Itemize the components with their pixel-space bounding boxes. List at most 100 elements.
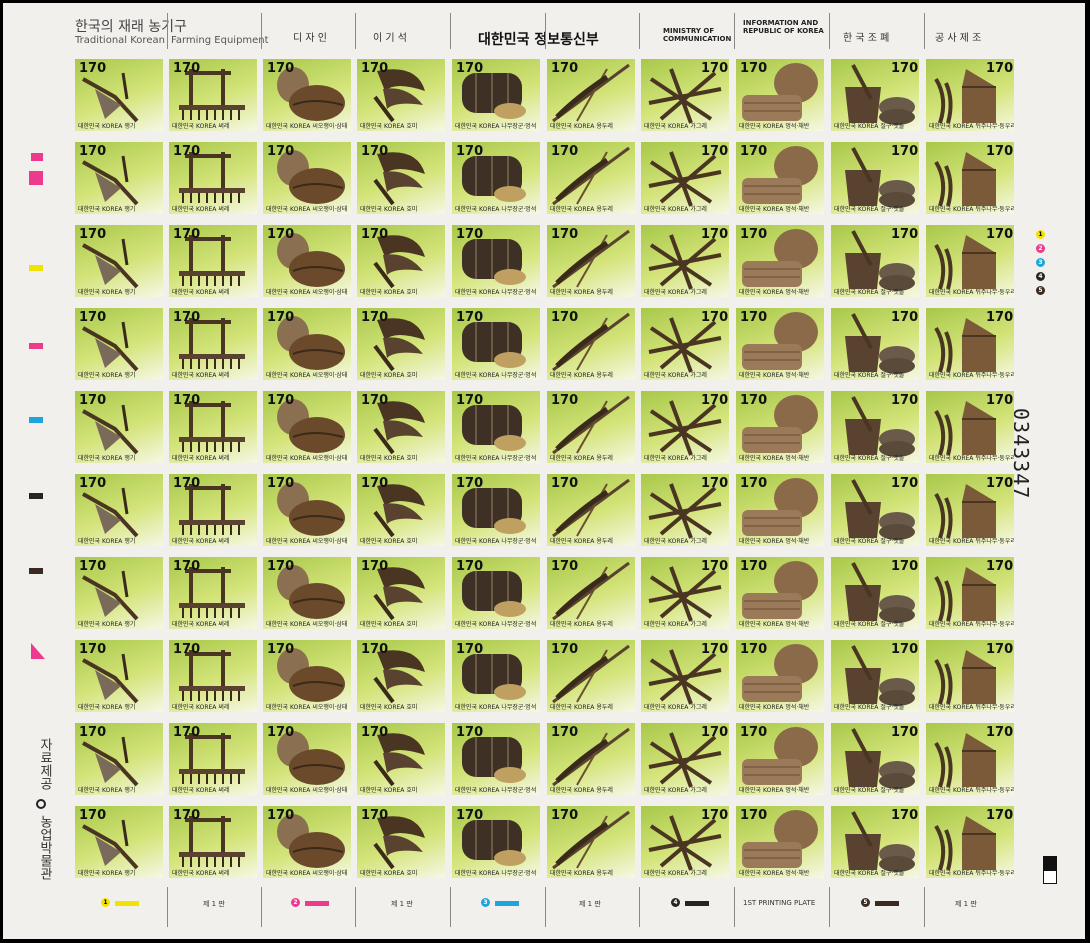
stamp-r1-c10: 170 대한민국 KOREA 뒤주나무·둥우리 [926,59,1014,131]
stamp-r7-c5: 170 대한민국 KOREA 나무장군·멍석 [452,557,540,629]
stamp-r2-c6: 170 대한민국 KOREA 용두레 [547,142,635,214]
stamp-country: 대한민국 KOREA [739,372,784,379]
gutter-line-top [450,13,451,49]
stamp-country: 대한민국 KOREA [834,123,879,130]
stamp-tool-name: 나무장군·멍석 [501,372,537,379]
stamp-tool-name: 뒤주나무·둥우리 [975,538,1014,545]
stamp-tool-name: 가그레 [690,621,707,628]
stamp-value: 170 [173,144,201,159]
stamp-r7-c6: 170 대한민국 KOREA 용두레 [547,557,635,629]
stamp-caption: 대한민국 KOREA 나무장군·멍석 [455,204,536,213]
stamp-tool-name: 멍석·채반 [785,621,810,628]
stamp-caption: 대한민국 KOREA 용두레 [550,785,613,794]
stamp-country: 대한민국 KOREA [739,455,784,462]
plate-number-2: 2 [291,898,300,907]
stamp-r10-c2: 170 대한민국 KOREA 써레 [169,806,257,878]
stamp-caption: 대한민국 KOREA 씨오쟁이·삼태 [266,287,347,296]
stamp-country: 대한민국 KOREA [739,787,784,794]
stamp-tool-name: 나무장군·멍석 [501,538,537,545]
stamp-value: 170 [361,310,389,325]
stamp-caption: 대한민국 KOREA 뒤주나무·둥우리 [929,868,1014,877]
stamp-value: 170 [267,559,295,574]
printer-2: 공 사 제 조 [935,33,982,44]
stamp-value: 170 [701,725,729,740]
stamp-caption: 대한민국 KOREA 뒤주나무·둥우리 [929,453,1014,462]
stamp-caption: 대한민국 KOREA 용두레 [550,536,613,545]
stamp-caption: 대한민국 KOREA 절구·맷돌 [834,453,904,462]
stamp-value: 170 [891,725,919,740]
stamp-tool-name: 호미 [406,206,418,213]
stamp-country: 대한민국 KOREA [739,206,784,213]
stamp-country: 대한민국 KOREA [644,787,689,794]
stamp-tool-name: 가그레 [690,289,707,296]
stamp-country: 대한민국 KOREA [929,372,974,379]
stamp-country: 대한민국 KOREA [360,455,405,462]
stamp-r6-c2: 170 대한민국 KOREA 써레 [169,474,257,546]
plate-label: 제 1 판 [579,900,601,908]
registration-bar-black [29,493,43,499]
stamp-caption: 대한민국 KOREA 나무장군·멍석 [455,868,536,877]
stamp-r4-c4: 170 대한민국 KOREA 호미 [357,308,445,380]
stamp-tool-name: 씨오쟁이·삼태 [312,538,348,545]
stamp-country: 대한민국 KOREA [266,206,311,213]
stamp-caption: 대한민국 KOREA 절구·맷돌 [834,785,904,794]
stamp-value: 170 [986,642,1014,657]
stamp-tool-name: 용두레 [596,538,613,545]
stamp-caption: 대한민국 KOREA 뒤주나무·둥우리 [929,204,1014,213]
stamp-caption: 대한민국 KOREA 호미 [360,370,417,379]
stamp-sheet: 한국의 재래 농기구 Traditional Korean Farming Eq… [3,3,1085,939]
gutter-line-top [167,13,168,49]
stamp-r2-c4: 170 대한민국 KOREA 호미 [357,142,445,214]
stamp-value: 170 [551,61,579,76]
stamp-caption: 대한민국 KOREA 가그레 [644,619,707,628]
stamp-r10-c3: 170 대한민국 KOREA 씨오쟁이·삼태 [263,806,351,878]
stamp-value: 170 [701,642,729,657]
stamp-caption: 대한민국 KOREA 씨오쟁이·삼태 [266,619,347,628]
stamp-tool-name: 써레 [218,123,230,130]
gutter-line-top [639,13,640,49]
stamp-country: 대한민국 KOREA [739,289,784,296]
plate-number-4: 4 [671,898,680,907]
registration-triangle [31,643,45,659]
stamp-tool-name: 멍석·채반 [785,206,810,213]
stamp-tool-name: 쟁기 [124,704,136,711]
stamp-country: 대한민국 KOREA [78,455,123,462]
stamp-caption: 대한민국 KOREA 호미 [360,121,417,130]
stamp-country: 대한민국 KOREA [550,538,595,545]
stamp-r5-c9: 170 대한민국 KOREA 절구·맷돌 [831,391,919,463]
stamp-value: 170 [173,725,201,740]
stamp-country: 대한민국 KOREA [550,787,595,794]
title-en-2: Farming Equipment [171,35,269,46]
stamp-tool-name: 호미 [406,372,418,379]
stamp-r6-c10: 170 대한민국 KOREA 뒤주나무·둥우리 [926,474,1014,546]
stamp-value: 170 [891,144,919,159]
colour-dot-4: 4 [1036,272,1045,281]
stamp-tool-name: 쟁기 [124,372,136,379]
stamp-caption: 대한민국 KOREA 가그레 [644,536,707,545]
stamp-caption: 대한민국 KOREA 써레 [172,204,229,213]
stamp-value: 170 [267,61,295,76]
stamp-tool-name: 씨오쟁이·삼태 [312,787,348,794]
stamp-tool-name: 용두레 [596,372,613,379]
stamp-r4-c10: 170 대한민국 KOREA 뒤주나무·둥우리 [926,308,1014,380]
stamp-country: 대한민국 KOREA [78,206,123,213]
stamp-caption: 대한민국 KOREA 쟁기 [78,868,135,877]
stamp-caption: 대한민국 KOREA 호미 [360,204,417,213]
stamp-r1-c1: 170 대한민국 KOREA 쟁기 [75,59,163,131]
stamp-country: 대한민국 KOREA [550,704,595,711]
stamp-tool-name: 절구·맷돌 [880,704,905,711]
stamp-country: 대한민국 KOREA [929,123,974,130]
stamp-caption: 대한민국 KOREA 씨오쟁이·삼태 [266,204,347,213]
stamp-value: 170 [891,61,919,76]
stamp-r10-c4: 170 대한민국 KOREA 호미 [357,806,445,878]
stamp-tool-name: 나무장군·멍석 [501,206,537,213]
stamp-value: 170 [891,393,919,408]
stamp-tool-name: 씨오쟁이·삼태 [312,704,348,711]
stamp-value: 170 [701,476,729,491]
stamp-caption: 대한민국 KOREA 절구·맷돌 [834,287,904,296]
stamp-tool-name: 써레 [218,870,230,877]
stamp-caption: 대한민국 KOREA 절구·맷돌 [834,536,904,545]
stamp-country: 대한민국 KOREA [834,787,879,794]
stamp-country: 대한민국 KOREA [455,455,500,462]
stamp-tool-name: 가그레 [690,372,707,379]
